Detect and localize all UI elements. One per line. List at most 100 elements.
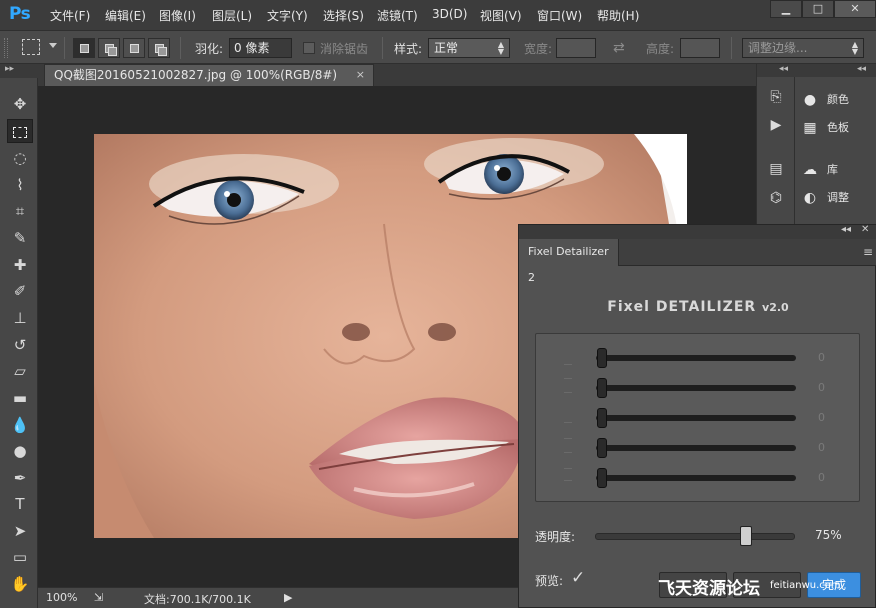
zoom-level[interactable]: 100% — [46, 591, 77, 604]
chevron-down-icon[interactable] — [49, 43, 57, 48]
intersect-selection-button[interactable] — [148, 38, 170, 58]
slider-knob[interactable] — [597, 438, 607, 458]
toolbar-header[interactable]: ▸▸ — [0, 64, 38, 78]
move-tool-icon[interactable]: ✥ — [7, 92, 33, 116]
slider-track[interactable] — [596, 445, 796, 451]
dodge-tool-icon[interactable]: ● — [7, 439, 33, 463]
slider-track[interactable] — [596, 415, 796, 421]
document-tab[interactable]: QQ截图20160521002827.jpg @ 100%(RGB/8#) × — [44, 64, 374, 86]
menu-select[interactable]: 选择(S) — [323, 7, 364, 24]
options-bar: 羽化: 0 像素 消除锯齿 样式: 正常 ▲ ▼ 宽度: ⇄ 高度: 调整边缘..… — [0, 30, 876, 64]
lasso-tool-icon[interactable]: ◌ — [7, 146, 33, 170]
subtract-selection-button[interactable] — [123, 38, 145, 58]
menu-edit[interactable]: 编辑(E) — [105, 7, 146, 24]
gradient-tool-icon[interactable]: ▬ — [7, 386, 33, 410]
type-tool-icon[interactable]: T — [7, 492, 33, 516]
panel-libraries[interactable]: ☁ 库 — [801, 158, 871, 182]
slider-track[interactable] — [596, 475, 796, 481]
menu-help[interactable]: 帮助(H) — [597, 7, 639, 24]
close-panel-icon[interactable]: ✕ — [861, 224, 869, 235]
slider-knob[interactable] — [597, 408, 607, 428]
style-select-value: 正常 — [434, 41, 459, 55]
height-input[interactable] — [680, 38, 720, 58]
fixel-tab[interactable]: Fixel Detailizer 2 — [519, 239, 619, 284]
add-selection-button[interactable] — [98, 38, 120, 58]
path-select-tool-icon[interactable]: ➤ — [7, 519, 33, 543]
detail-slider-5[interactable]: 0 — [596, 468, 856, 488]
menu-file[interactable]: 文件(F) — [50, 7, 90, 24]
divider — [180, 37, 181, 59]
feather-input[interactable]: 0 像素 — [229, 38, 292, 58]
healing-brush-tool-icon[interactable]: ✚ — [7, 253, 33, 277]
minimize-button[interactable]: ▁ — [770, 0, 802, 18]
eyedropper-tool-icon[interactable]: ✎ — [7, 226, 33, 250]
brush-tool-icon[interactable]: ✐ — [7, 279, 33, 303]
height-label: 高度: — [646, 42, 675, 56]
marquee-preset-icon[interactable] — [22, 39, 40, 55]
style-select[interactable]: 正常 ▲ ▼ — [428, 38, 510, 58]
detail-slider-1[interactable]: 0 — [596, 348, 856, 368]
dock-header[interactable]: ◂◂ ◂◂ — [757, 64, 876, 77]
properties-icon[interactable]: ▤ — [766, 159, 786, 179]
detail-slider-3[interactable]: 0 — [596, 408, 856, 428]
panel-menu-icon[interactable]: ≡ — [863, 245, 873, 259]
crop-tool-icon[interactable]: ⌗ — [7, 199, 33, 223]
menu-type[interactable]: 文字(Y) — [267, 7, 308, 24]
divider — [64, 37, 65, 59]
history-brush-tool-icon[interactable]: ↺ — [7, 333, 33, 357]
slider-knob[interactable] — [597, 348, 607, 368]
status-menu-arrow-icon[interactable]: ▶ — [284, 591, 292, 604]
right-dock: ◂◂ ◂◂ ⎘ ▶ ▤ ⌬ ● 颜色 ▦ 色板 ☁ 库 ◐ 调整 — [756, 64, 876, 224]
maximize-button[interactable]: □ — [802, 0, 834, 18]
panel-swatches[interactable]: ▦ 色板 — [801, 116, 871, 140]
panel-adjustments[interactable]: ◐ 调整 — [801, 186, 871, 210]
slider-track[interactable] — [596, 385, 796, 391]
hand-tool-icon[interactable]: ✋ — [7, 572, 33, 596]
divider — [731, 37, 732, 59]
fixel-detailizer-panel: ◂◂ ✕ Fixel Detailizer 2 ≡ Fixel DETAILIZ… — [518, 224, 876, 608]
shape-tool-icon[interactable]: ▭ — [7, 545, 33, 569]
options-grip[interactable] — [4, 38, 8, 58]
panel-title-strip[interactable]: ◂◂ ✕ — [519, 224, 876, 239]
marquee-tool-icon[interactable] — [7, 119, 33, 143]
opacity-slider-track[interactable] — [595, 533, 795, 540]
panel-color[interactable]: ● 颜色 — [801, 88, 871, 112]
slider-knob[interactable] — [597, 378, 607, 398]
menu-image[interactable]: 图像(I) — [159, 7, 196, 24]
pen-tool-icon[interactable]: ✒ — [7, 466, 33, 490]
adjustments-icon: ◐ — [803, 190, 817, 206]
export-icon[interactable]: ⇲ — [94, 591, 103, 604]
antialias-checkbox[interactable] — [303, 42, 315, 54]
collapse-icon[interactable]: ▸▸ — [5, 64, 14, 74]
stamp-tool-icon[interactable]: ⊥ — [7, 306, 33, 330]
width-input[interactable] — [556, 38, 596, 58]
swap-width-height-icon[interactable]: ⇄ — [613, 40, 625, 56]
actions-play-icon[interactable]: ▶ — [766, 115, 786, 135]
add-selection-icon-overlap — [108, 47, 117, 56]
quick-select-tool-icon[interactable]: ⌇ — [7, 173, 33, 197]
detail-slider-4[interactable]: 0 — [596, 438, 856, 458]
eraser-tool-icon[interactable]: ▱ — [7, 359, 33, 383]
blur-tool-icon[interactable]: 💧 — [7, 413, 33, 437]
new-selection-button[interactable] — [73, 38, 95, 58]
menu-filter[interactable]: 滤镜(T) — [377, 7, 418, 24]
close-window-button[interactable]: ✕ — [834, 0, 876, 18]
opacity-slider-knob[interactable] — [740, 526, 752, 546]
collapse-panel-icon[interactable]: ◂◂ — [841, 224, 851, 235]
refine-edge-button[interactable]: 调整边缘... ▲ ▼ — [742, 38, 864, 58]
detail-slider-2[interactable]: 0 — [596, 378, 856, 398]
menu-3d[interactable]: 3D(D) — [432, 7, 467, 21]
slider-track[interactable] — [596, 355, 796, 361]
menu-view[interactable]: 视图(V) — [480, 7, 522, 24]
preview-label: 预览: — [535, 574, 564, 588]
menu-layer[interactable]: 图层(L) — [212, 7, 252, 24]
menu-window[interactable]: 窗口(W) — [537, 7, 582, 24]
slider-knob[interactable] — [597, 468, 607, 488]
style-label: 样式: — [394, 42, 423, 56]
dock-collapsed-column: ⎘ ▶ ▤ ⌬ — [757, 77, 795, 224]
preview-checkbox[interactable]: ✓ — [571, 568, 585, 588]
subtract-selection-icon — [130, 44, 139, 53]
history-icon[interactable]: ⎘ — [766, 87, 786, 107]
paths-icon[interactable]: ⌬ — [766, 188, 786, 208]
close-icon[interactable]: × — [356, 65, 365, 85]
